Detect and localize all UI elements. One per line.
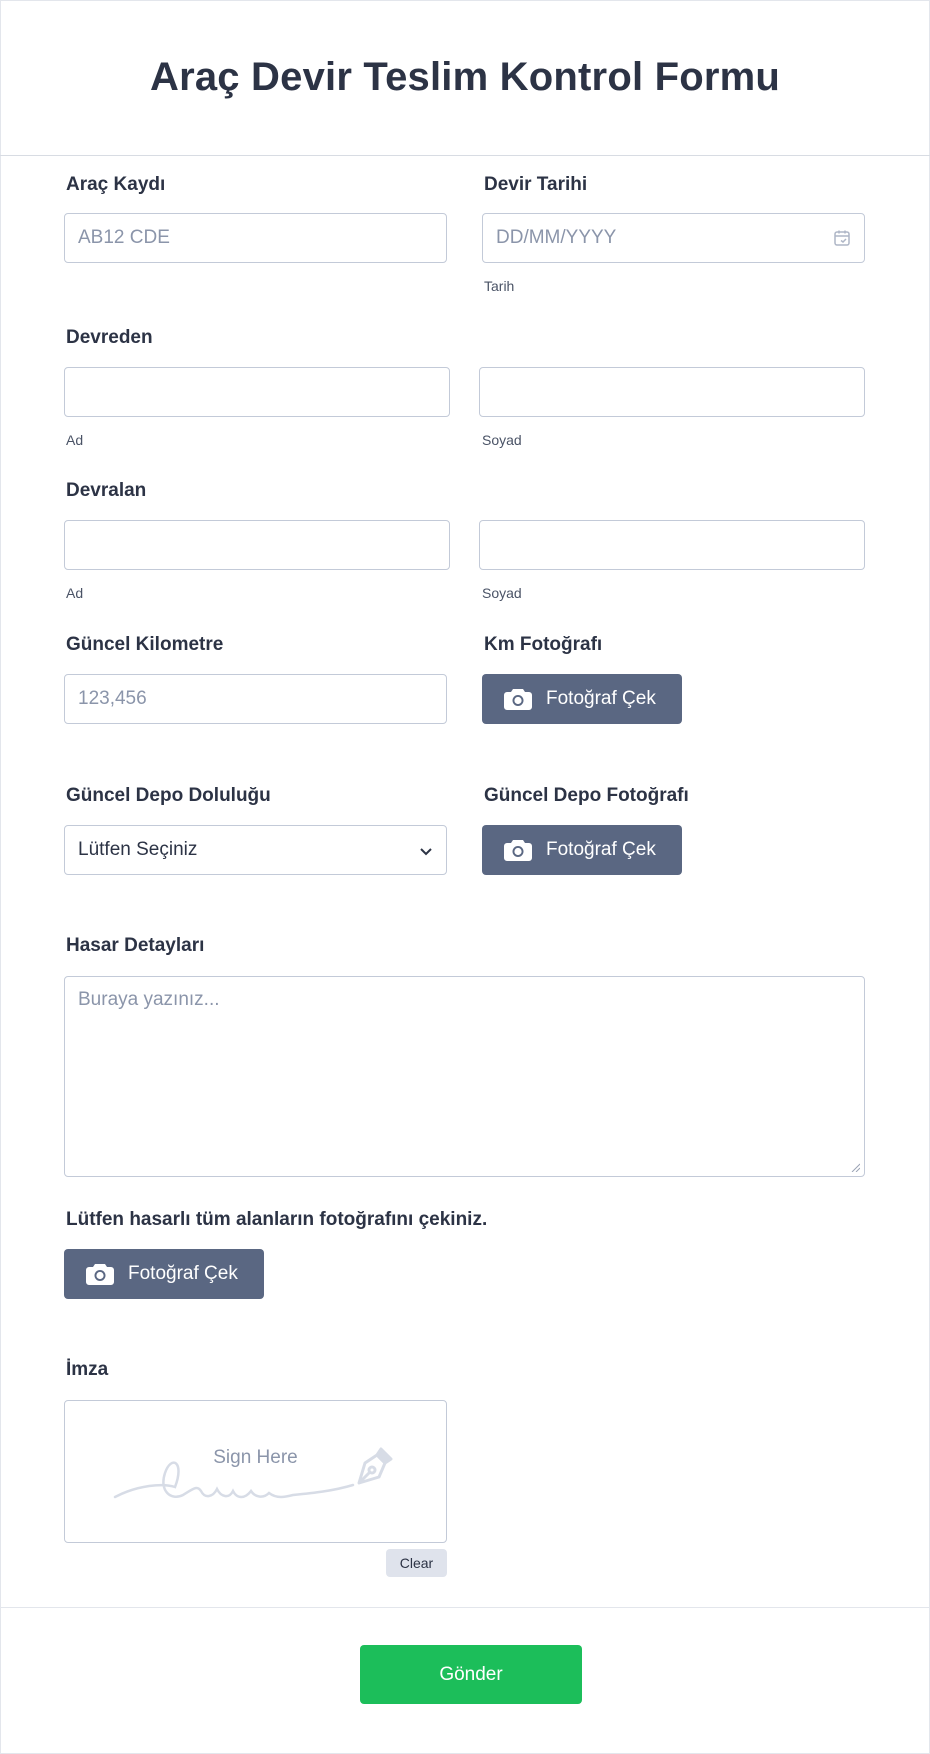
mileage-input[interactable]: 123,456 [64,674,447,724]
mileage-placeholder: 123,456 [78,688,147,709]
vehicle-placeholder: AB12 CDE [78,227,170,248]
date-sublabel: Tarih [484,278,515,294]
fuel-photo-label: Güncel Depo Fotoğrafı [484,785,689,806]
pen-nib-icon [357,1447,393,1485]
receiver-label: Devralan [66,480,147,501]
km-photo-label: Km Fotoğrafı [484,634,603,655]
fuel-photo-button-label: Fotoğraf Çek [546,839,656,860]
form-header: Araç Devir Teslim Kontrol Formu [0,0,930,156]
fuel-select-value: Lütfen Seçiniz [78,839,198,860]
fuel-photo-button[interactable]: Fotoğraf Çek [482,825,682,875]
damage-textarea[interactable]: Buraya yazınız... [64,976,865,1177]
damage-placeholder: Buraya yazınız... [78,989,220,1010]
km-photo-button[interactable]: Fotoğraf Çek [482,674,682,724]
deliverer-last-sublabel: Soyad [482,432,522,448]
signature-label: İmza [66,1359,109,1380]
damage-label: Hasar Detayları [66,935,205,956]
damage-photo-label: Lütfen hasarlı tüm alanların fotoğrafını… [66,1209,488,1230]
date-input[interactable]: DD/MM/YYYY [482,213,865,263]
calendar-icon[interactable] [833,229,851,247]
submit-button[interactable]: Gönder [360,1645,582,1704]
chevron-down-icon [420,848,432,856]
form-title: Araç Devir Teslim Kontrol Formu [149,55,781,99]
footer-divider [0,1607,930,1608]
resize-handle-icon[interactable] [850,1162,860,1172]
vehicle-input[interactable]: AB12 CDE [64,213,447,263]
damage-photo-button-label: Fotoğraf Çek [128,1263,238,1284]
date-placeholder: DD/MM/YYYY [496,227,617,248]
camera-icon [504,689,532,710]
deliverer-first-sublabel: Ad [66,432,84,448]
receiver-first-sublabel: Ad [66,585,84,601]
vehicle-label: Araç Kaydı [66,174,166,195]
camera-icon [504,840,532,861]
receiver-last-name-input[interactable] [479,520,865,570]
signature-clear-button[interactable]: Clear [386,1549,447,1577]
fuel-label: Güncel Depo Doluluğu [66,785,271,806]
receiver-first-name-input[interactable] [64,520,450,570]
deliverer-last-name-input[interactable] [479,367,865,417]
fuel-select[interactable]: Lütfen Seçiniz [64,825,447,875]
deliverer-label: Devreden [66,327,153,348]
km-photo-button-label: Fotoğraf Çek [546,688,656,709]
signature-pad[interactable]: Sign Here [64,1400,447,1543]
damage-photo-button[interactable]: Fotoğraf Çek [64,1249,264,1299]
camera-icon [86,1264,114,1285]
receiver-last-sublabel: Soyad [482,585,522,601]
deliverer-first-name-input[interactable] [64,367,450,417]
mileage-label: Güncel Kilometre [66,634,224,655]
date-label: Devir Tarihi [484,174,588,195]
